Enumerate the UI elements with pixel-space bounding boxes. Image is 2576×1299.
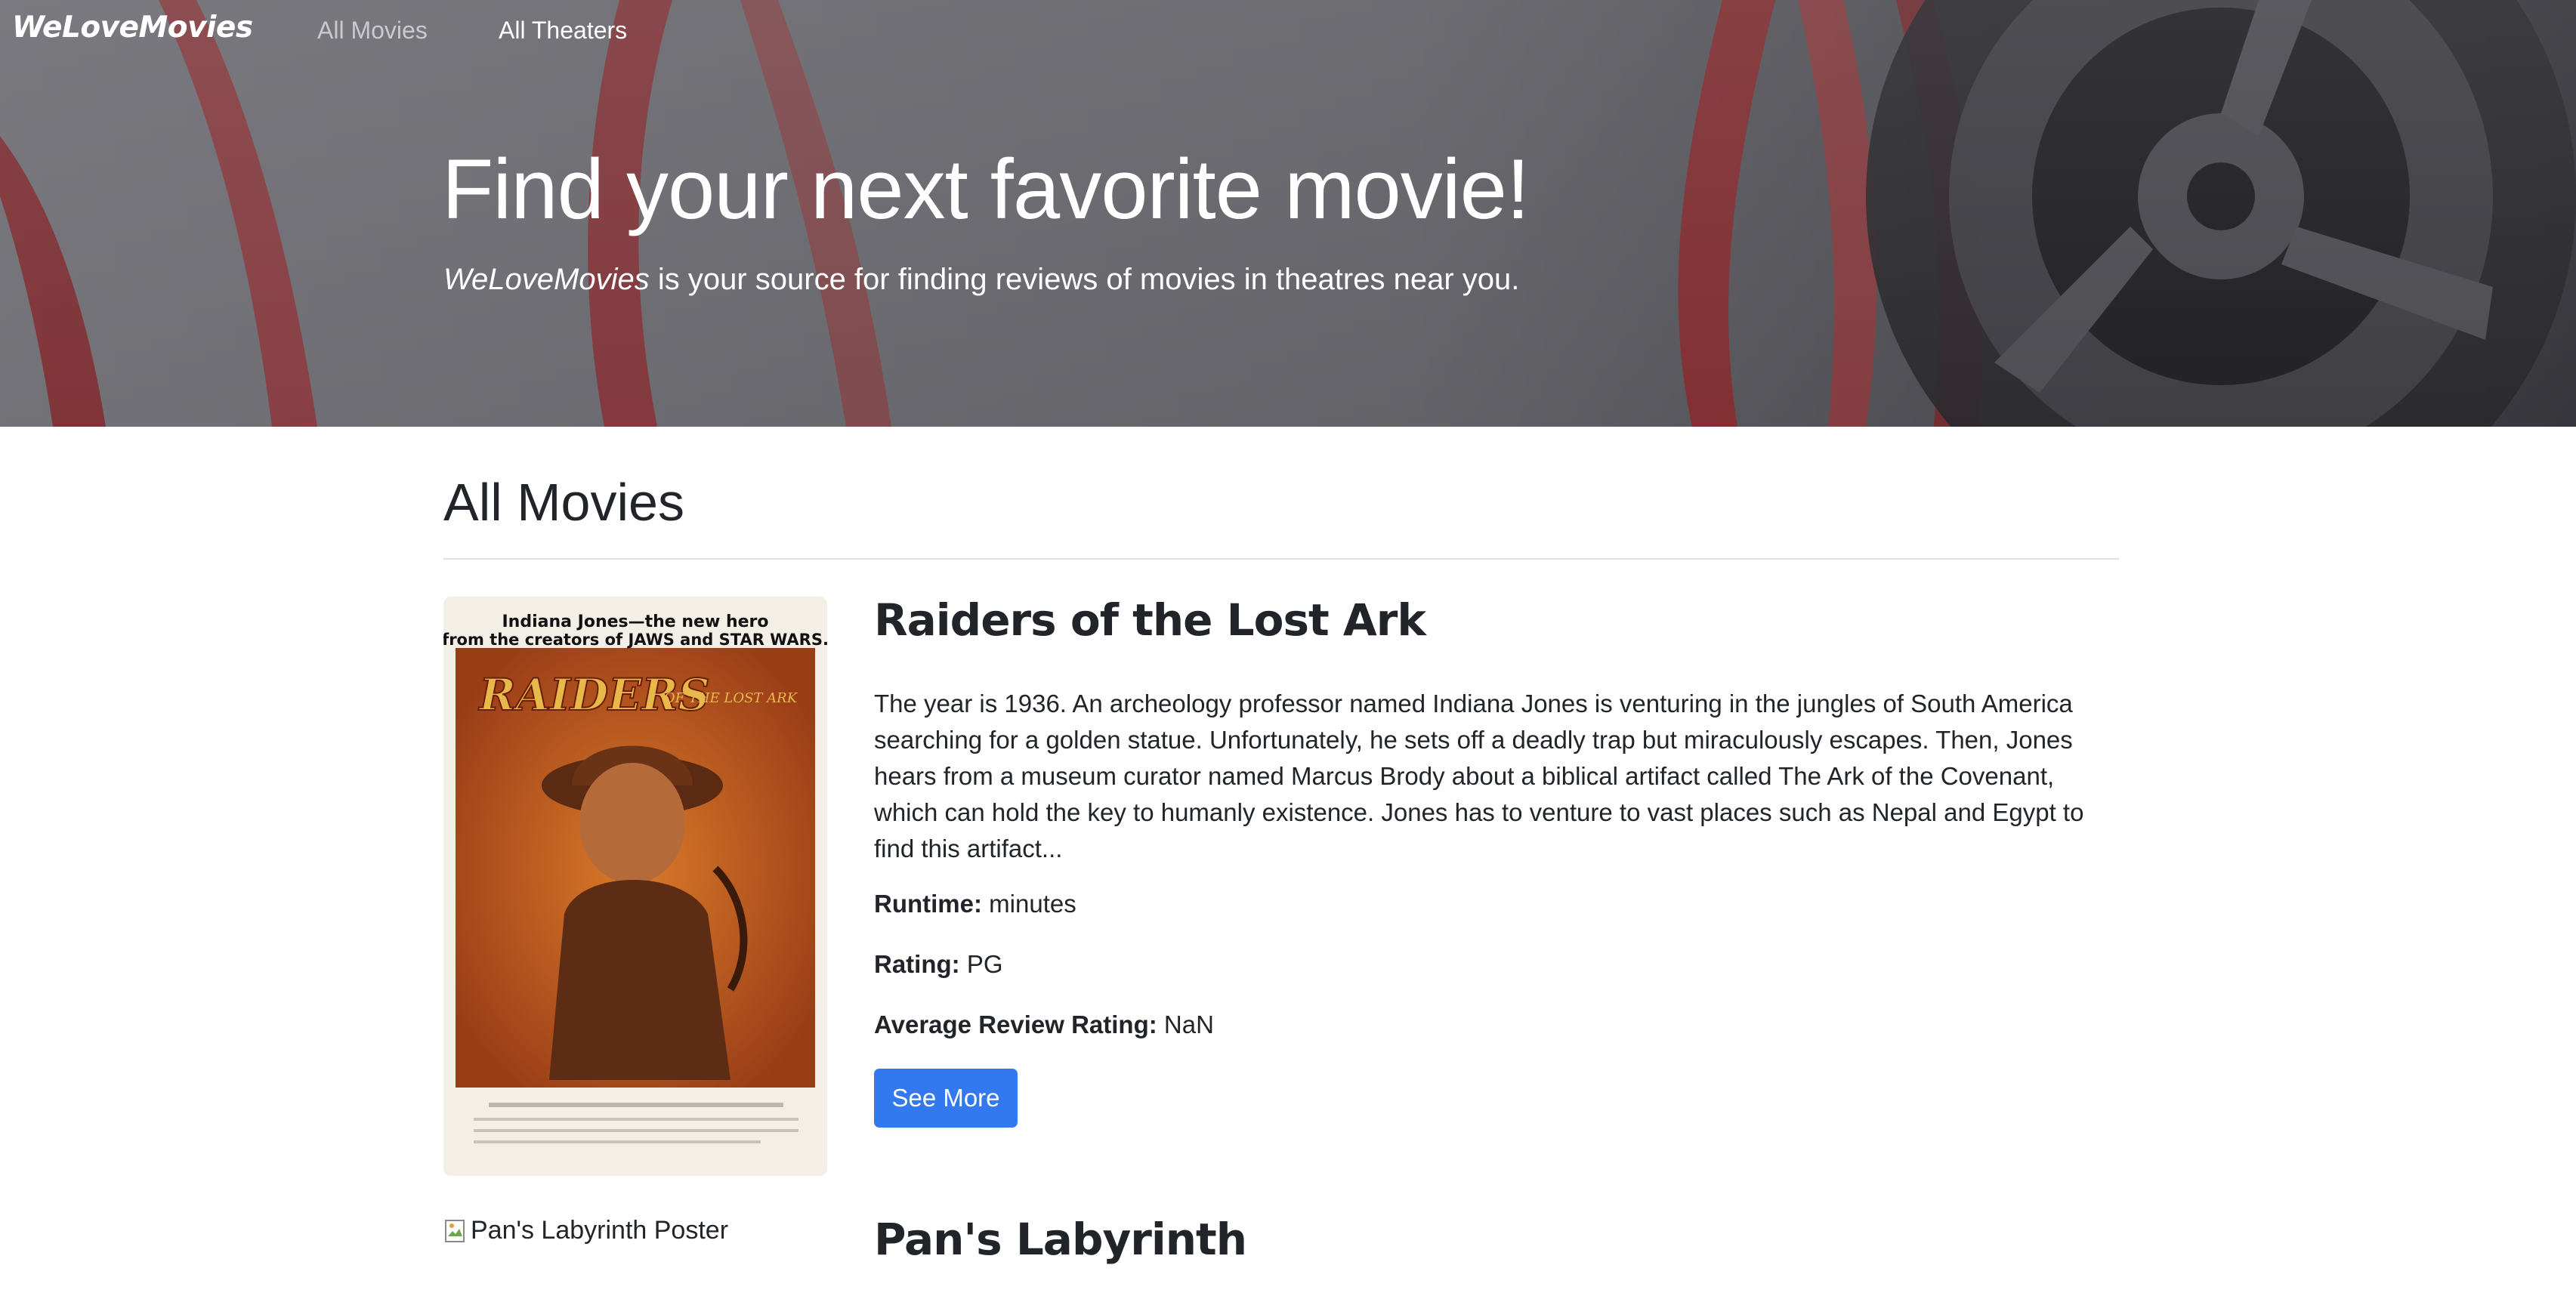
hero-banner: WeLoveMovies All Movies All Theaters Fin… bbox=[0, 0, 2576, 427]
brand-logo[interactable]: WeLoveMovies bbox=[12, 11, 253, 45]
raiders-poster-image: Indiana Jones—the new hero from the crea… bbox=[443, 597, 827, 1176]
poster-tagline-2: from the creators of JAWS and STAR WARS. bbox=[443, 631, 827, 649]
rating-label: Rating: bbox=[874, 950, 960, 978]
hero-subtitle: WeLoveMovies is your source for finding … bbox=[443, 263, 1519, 297]
nav-link-all-theaters[interactable]: All Theaters bbox=[499, 17, 627, 45]
movie-title: Pan's Labyrinth bbox=[874, 1214, 1247, 1265]
rating-value: PG bbox=[959, 950, 1003, 978]
average-rating-label: Average Review Rating: bbox=[874, 1011, 1157, 1038]
runtime-label: Runtime: bbox=[874, 890, 982, 918]
hero-subtitle-text: is your source for finding reviews of mo… bbox=[649, 263, 1520, 296]
movie-runtime: Runtime: minutes bbox=[874, 890, 1076, 918]
see-more-button[interactable]: See More bbox=[874, 1069, 1018, 1128]
movie-average-review-rating: Average Review Rating: NaN bbox=[874, 1011, 1214, 1039]
runtime-value: minutes bbox=[982, 890, 1076, 918]
poster-tagline-1: Indiana Jones—the new hero bbox=[502, 612, 769, 631]
section-title: All Movies bbox=[443, 473, 684, 532]
movie-poster: Indiana Jones—the new hero from the crea… bbox=[443, 597, 827, 1176]
top-navbar: WeLoveMovies All Movies All Theaters bbox=[0, 0, 2576, 65]
nav-link-all-movies[interactable]: All Movies bbox=[317, 17, 428, 45]
average-rating-value: NaN bbox=[1157, 1011, 1214, 1038]
section-divider bbox=[443, 558, 2119, 560]
hero-title: Find your next favorite movie! bbox=[442, 142, 1530, 236]
poster-logo-subtitle: OF THE LOST ARK bbox=[664, 690, 798, 706]
movie-description: The year is 1936. An archeology professo… bbox=[874, 690, 2084, 862]
hero-subtitle-brand: WeLoveMovies bbox=[443, 263, 650, 296]
movie-poster-broken: Pan's Labyrinth Poster bbox=[443, 1216, 728, 1245]
movie-rating: Rating: PG bbox=[874, 950, 1003, 979]
movie-title: Raiders of the Lost Ark bbox=[874, 594, 1426, 646]
poster-alt-text: Pan's Labyrinth Poster bbox=[471, 1216, 729, 1245]
broken-image-icon bbox=[445, 1219, 465, 1242]
